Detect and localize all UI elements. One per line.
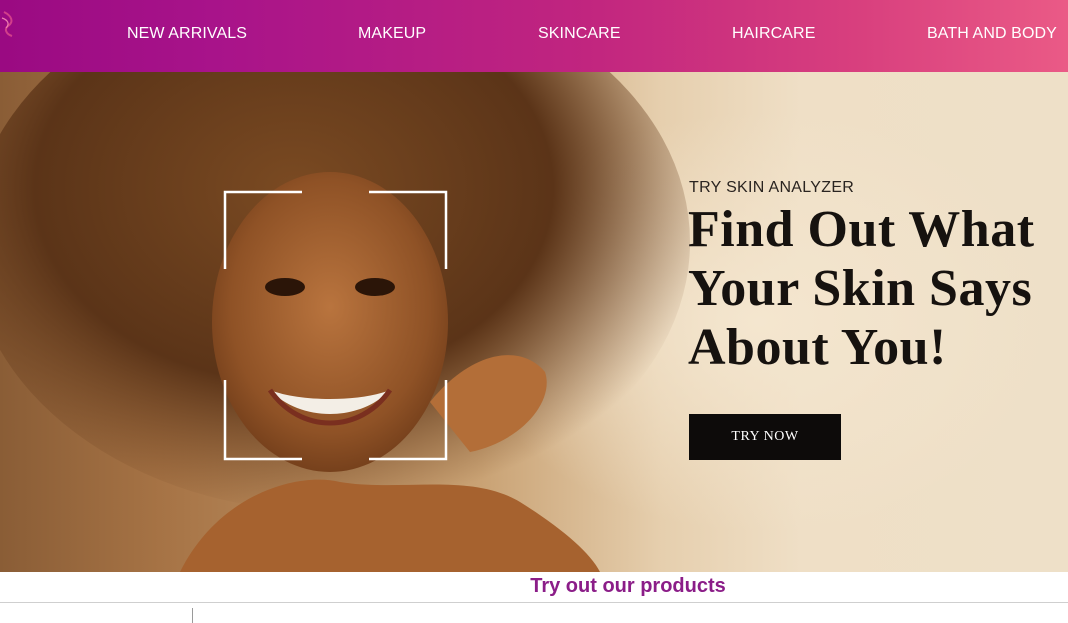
hero-title-line: About You!	[688, 319, 947, 376]
nav-item-haircare[interactable]: HAIRCARE	[732, 22, 815, 46]
hero-subtitle: TRY SKIN ANALYZER	[689, 179, 855, 196]
nav-item-skincare[interactable]: SKINCARE	[538, 22, 621, 46]
hero-title-line: Find Out What	[688, 201, 1035, 258]
nav-item-new-arrivals[interactable]: NEW ARRIVALS	[127, 22, 247, 46]
hero-portrait-image	[0, 72, 690, 572]
column-divider	[192, 608, 193, 623]
top-navigation-bar: NEW ARRIVALS MAKEUP SKINCARE HAIRCARE BA…	[0, 0, 1068, 72]
brand-logo-icon[interactable]	[0, 8, 20, 38]
section-divider	[0, 602, 1068, 603]
hero-title-line: Your Skin Says	[688, 260, 1033, 317]
nav-item-bath-and-body[interactable]: BATH AND BODY	[927, 22, 1057, 46]
nav-item-makeup[interactable]: MAKEUP	[358, 22, 426, 46]
try-now-button[interactable]: TRY NOW	[689, 414, 841, 460]
section-title: Try out our products	[530, 575, 726, 597]
hero-banner[interactable]: TRY SKIN ANALYZER Find Out What Your Ski…	[0, 72, 1068, 572]
hero-title: Find Out What Your Skin Says About You!	[688, 200, 1068, 377]
